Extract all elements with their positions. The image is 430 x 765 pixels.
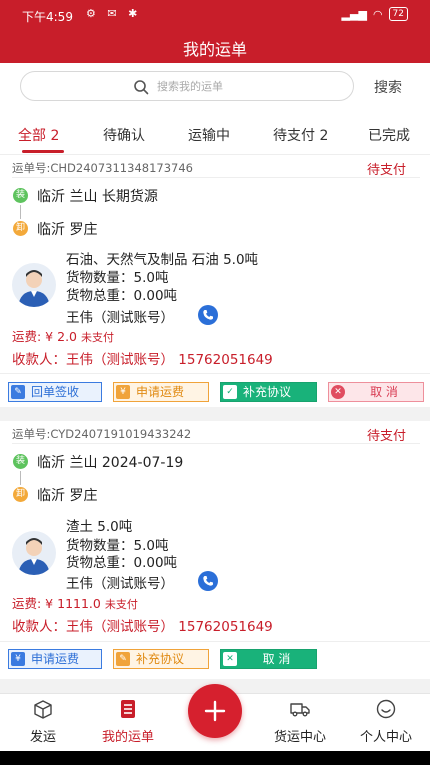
- notification-icons: ⚙ ✉ ✱: [86, 7, 142, 20]
- app-header: 下午4:59 ⚙ ✉ ✱ ▂▄▆ ◠ 72 我的运单: [0, 0, 430, 63]
- fee-status: 未支付: [104, 598, 138, 611]
- order-status: 待支付: [366, 163, 406, 178]
- unload-badge-icon: 卸: [13, 487, 28, 502]
- nav-label: 我的运单: [101, 730, 154, 745]
- money-icon: ¥: [116, 385, 130, 399]
- nav-label: 货运中心: [273, 730, 326, 745]
- order-card[interactable]: 运单号:CYD2407191019433242 待支付 装 临沂 兰山 2024…: [0, 421, 430, 679]
- nav-item-profile[interactable]: 个人中心: [346, 698, 426, 745]
- wifi-icon: ◠: [372, 7, 383, 21]
- origin-address: 临沂 兰山 长期货源: [37, 189, 158, 205]
- divider: [0, 641, 430, 642]
- receipt-icon: ✎: [11, 385, 25, 399]
- route-line: [20, 471, 21, 485]
- phone-icon[interactable]: [198, 571, 218, 591]
- signal-icon: ▂▄▆: [341, 7, 367, 21]
- origin-address: 临沂 兰山 2024-07-19: [37, 455, 184, 471]
- truck-icon: [290, 703, 310, 717]
- nav-item-freight-center[interactable]: 货运中心: [260, 698, 340, 745]
- tab-pending-payment[interactable]: 待支付 2: [273, 125, 328, 145]
- destination-address: 临沂 罗庄: [37, 222, 98, 238]
- box-icon: [34, 700, 52, 719]
- apply-freight-button[interactable]: ¥ 申请运费: [8, 649, 102, 669]
- payee-info: 收款人：王伟（测试账号） 15762051649: [12, 352, 273, 368]
- fee-amount: 运费: ¥ 2.0: [12, 329, 77, 344]
- status-tabs: 全部 2 待确认 运输中 待支付 2 已完成: [0, 115, 430, 155]
- page-title: 我的运单: [182, 40, 247, 59]
- status-right: ▂▄▆ ◠ 72: [342, 7, 408, 21]
- nav-item-my-orders[interactable]: 我的运单: [88, 698, 168, 745]
- close-icon: ✕: [223, 652, 237, 666]
- cargo-description: 石油、天然气及制品 石油 5.0吨: [66, 252, 259, 268]
- search-icon: [134, 80, 149, 95]
- supplement-agreement-button[interactable]: ✎ 补充协议: [113, 649, 209, 669]
- order-number: 运单号:CYD2407191019433242: [12, 427, 192, 441]
- supplement-agreement-button[interactable]: ✓ 补充协议: [220, 382, 317, 402]
- load-badge-icon: 装: [13, 454, 28, 469]
- tab-completed[interactable]: 已完成: [368, 125, 410, 145]
- order-card[interactable]: 运单号:CHD2407311348173746 待支付 装 临沂 兰山 长期货源…: [0, 155, 430, 407]
- status-bar: 下午4:59 ⚙ ✉ ✱ ▂▄▆ ◠ 72: [0, 0, 430, 30]
- add-button[interactable]: [188, 684, 242, 738]
- cargo-description: 渣土 5.0吨: [66, 519, 133, 535]
- battery-icon: 72: [388, 7, 408, 21]
- nav-label: 发运: [29, 730, 56, 745]
- tab-active-indicator: [22, 150, 64, 153]
- driver-name: 王伟（测试账号）: [66, 310, 174, 326]
- avatar: [12, 263, 56, 307]
- tab-all[interactable]: 全部 2: [18, 125, 59, 145]
- search-input[interactable]: [157, 76, 337, 96]
- load-badge-icon: 装: [13, 188, 28, 203]
- divider: [12, 443, 420, 444]
- nav-label: 个人中心: [359, 730, 412, 745]
- unload-badge-icon: 卸: [13, 221, 28, 236]
- search-area: 搜索: [0, 63, 430, 115]
- order-status: 待支付: [366, 429, 406, 444]
- cargo-weight: 货物总重：0.00吨: [66, 555, 178, 571]
- home-indicator: [0, 751, 430, 765]
- phone-icon[interactable]: [198, 305, 218, 325]
- agreement-icon: ✎: [116, 652, 130, 666]
- cancel-button[interactable]: ✕ 取 消: [220, 649, 317, 669]
- freight-fee: 运费: ¥ 1111.0 未支付: [12, 593, 138, 612]
- search-box[interactable]: [20, 71, 354, 101]
- driver-avatar-icon: [18, 270, 50, 307]
- search-button[interactable]: 搜索: [374, 77, 402, 97]
- list-icon: [121, 700, 135, 718]
- driver-avatar-icon: [18, 538, 50, 575]
- route-line: [20, 205, 21, 219]
- avatar: [12, 531, 56, 575]
- tab-pending-confirm[interactable]: 待确认: [103, 125, 145, 145]
- receipt-sign-button[interactable]: ✎ 回单签收: [8, 382, 102, 402]
- money-icon: ¥: [11, 652, 25, 666]
- divider: [0, 373, 430, 374]
- cargo-weight: 货物总重：0.00吨: [66, 288, 178, 304]
- close-icon: ✕: [331, 385, 345, 399]
- plus-icon: [204, 700, 226, 722]
- order-number: 运单号:CHD2407311348173746: [12, 161, 193, 175]
- fee-status: 未支付: [81, 331, 114, 344]
- cargo-quantity: 货物数量：5.0吨: [66, 270, 169, 286]
- freight-fee: 运费: ¥ 2.0 未支付: [12, 326, 114, 345]
- nav-item-ship[interactable]: 发运: [3, 698, 83, 745]
- agreement-icon: ✓: [223, 385, 237, 399]
- payee-info: 收款人：王伟（测试账号） 15762051649: [12, 619, 273, 635]
- divider: [12, 177, 420, 178]
- status-time: 下午4:59: [22, 10, 73, 24]
- apply-freight-button[interactable]: ¥ 申请运费: [113, 382, 209, 402]
- fee-amount: 运费: ¥ 1111.0: [12, 596, 101, 611]
- tab-in-transit[interactable]: 运输中: [188, 125, 230, 145]
- driver-name: 王伟（测试账号）: [66, 576, 174, 592]
- destination-address: 临沂 罗庄: [37, 488, 98, 504]
- cancel-button[interactable]: ✕ 取 消: [328, 382, 424, 402]
- smile-icon: [376, 699, 396, 719]
